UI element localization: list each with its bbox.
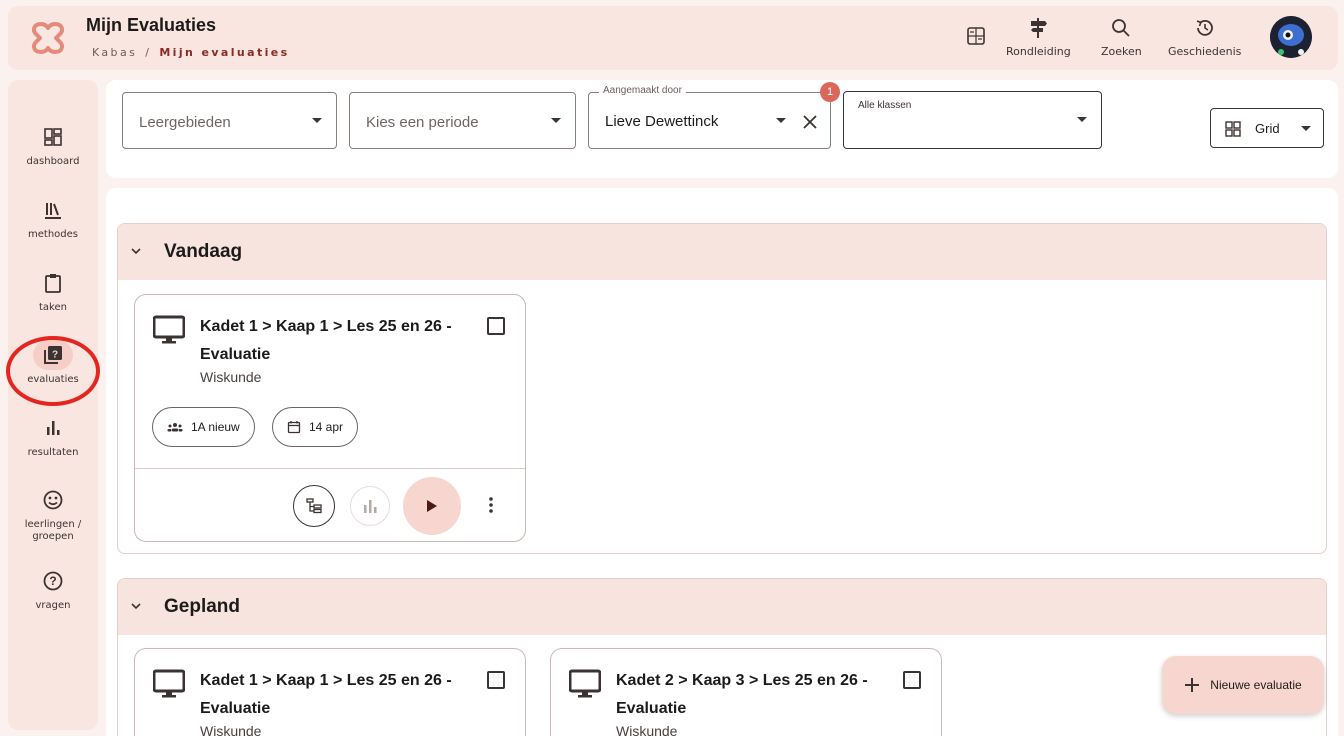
- chevron-down-icon: [131, 603, 141, 610]
- results-button[interactable]: [350, 486, 390, 526]
- clipboard-icon: [45, 274, 61, 293]
- sidebar-item-taken[interactable]: taken: [8, 268, 98, 313]
- evaluation-card[interactable]: Kadet 1 > Kaap 1 > Les 25 en 26 - Evalua…: [134, 648, 526, 736]
- sidebar-item-vragen[interactable]: ? vragen: [8, 566, 98, 611]
- filter-count-badge: 1: [820, 82, 840, 102]
- signpost-icon: [1031, 18, 1048, 38]
- aangemaakt-door-select[interactable]: Aangemaakt door Lieve Dewettinck: [588, 85, 831, 149]
- app-header: Mijn Evaluaties Kabas / Mijn evaluaties Ro…: [8, 6, 1338, 70]
- geschiedenis-label: Geschiedenis: [1168, 45, 1242, 58]
- plus-icon: [1185, 678, 1200, 692]
- sidebar-item-leerlingen[interactable]: leerlingen / groepen: [8, 485, 98, 543]
- group-chip-label: 1A nieuw: [191, 420, 240, 434]
- view-value: Grid: [1255, 121, 1280, 136]
- sidebar-item-label: methodes: [28, 229, 78, 240]
- sidebar-item-methodes[interactable]: methodes: [8, 195, 98, 240]
- annotation-highlight-circle: [6, 336, 100, 406]
- view-select[interactable]: Grid: [1210, 108, 1324, 148]
- aangemaakt-door-legend: Aangemaakt door: [599, 85, 686, 96]
- more-vert-icon: [489, 497, 493, 513]
- card-title: Kadet 2 > Kaap 3 > Les 25 en 26 - Evalua…: [616, 672, 868, 717]
- leergebieden-select[interactable]: Leergebieden: [122, 92, 337, 149]
- geschiedenis-button[interactable]: Geschiedenis: [1168, 16, 1241, 58]
- group-icon: [167, 423, 183, 432]
- section-title: Vandaag: [164, 241, 243, 262]
- dashboard-icon: [44, 128, 62, 146]
- kabas-logo-icon[interactable]: [28, 18, 68, 58]
- card-checkbox[interactable]: [487, 671, 505, 689]
- card-title: Kadet 1 > Kaap 1 > Les 25 en 26 - Evalua…: [200, 318, 452, 363]
- section-header[interactable]: Vandaag: [118, 224, 1326, 280]
- sidebar-item-label: leerlingen / groepen: [24, 519, 82, 542]
- library-icon: [45, 203, 61, 219]
- card-title: Kadet 1 > Kaap 1 > Les 25 en 26 - Evalua…: [200, 672, 452, 717]
- rondleiding-label: Rondleiding: [1006, 45, 1071, 58]
- tree-structure-icon: [306, 498, 322, 514]
- svg-text:?: ?: [49, 574, 56, 588]
- sidebar-item-resultaten[interactable]: resultaten: [8, 413, 98, 458]
- monitor-icon: [153, 669, 185, 698]
- chevron-down-icon: [551, 118, 561, 123]
- periode-select[interactable]: Kies een periode: [349, 92, 576, 149]
- sidebar-item-label: taken: [39, 302, 67, 313]
- more-button[interactable]: [475, 489, 507, 521]
- face-icon: [43, 490, 63, 510]
- avatar[interactable]: [1270, 16, 1312, 58]
- chevron-down-icon: [131, 248, 141, 255]
- card-checkbox[interactable]: [903, 671, 921, 689]
- chevron-down-icon: [312, 118, 322, 123]
- calculator-icon: [967, 27, 985, 45]
- monitor-icon: [153, 315, 185, 344]
- history-icon: [1196, 19, 1213, 36]
- calendar-icon: [287, 421, 301, 434]
- main-content: Vandaag Kadet 1 > Kaap 1 > Les 25 en 26 …: [106, 188, 1338, 736]
- card-subject: Wiskunde: [200, 369, 262, 385]
- chevron-down-icon: [1077, 117, 1087, 122]
- clear-icon[interactable]: [802, 114, 818, 130]
- new-evaluation-button[interactable]: Nieuwe evaluatie: [1162, 656, 1324, 714]
- breadcrumb-item-kabas[interactable]: Kabas: [92, 46, 137, 59]
- section-vandaag: Vandaag Kadet 1 > Kaap 1 > Les 25 en 26 …: [117, 223, 1327, 554]
- new-evaluation-label: Nieuwe evaluatie: [1210, 678, 1302, 692]
- section-title: Gepland: [164, 596, 241, 617]
- periode-placeholder: Kies een periode: [366, 114, 479, 131]
- chevron-down-icon: [1301, 126, 1311, 131]
- calculator-button[interactable]: [966, 26, 986, 51]
- klassen-label: Alle klassen: [858, 100, 912, 111]
- evaluation-card[interactable]: Kadet 2 > Kaap 3 > Les 25 en 26 - Evalua…: [550, 648, 942, 736]
- aangemaakt-door-value: Lieve Dewettinck: [605, 113, 719, 130]
- help-icon: ?: [43, 571, 63, 591]
- evaluation-card[interactable]: Kadet 1 > Kaap 1 > Les 25 en 26 - Evalua…: [134, 294, 526, 542]
- date-chip-label: 14 apr: [309, 420, 344, 434]
- play-button[interactable]: [403, 477, 461, 535]
- structure-button[interactable]: [293, 485, 335, 527]
- zoeken-button[interactable]: Zoeken: [1101, 16, 1142, 58]
- page-title: Mijn Evaluaties: [86, 15, 217, 35]
- grid-icon: [1225, 121, 1241, 137]
- sidebar-item-label: vragen: [35, 600, 71, 611]
- card-checkbox[interactable]: [487, 317, 505, 335]
- breadcrumb-item-current: Mijn evaluaties: [159, 46, 290, 59]
- klassen-select[interactable]: Alle klassen: [843, 91, 1102, 149]
- sidebar-item-label: resultaten: [27, 447, 79, 458]
- monitor-icon: [569, 669, 601, 698]
- sidebar-item-label: dashboard: [26, 156, 80, 167]
- card-divider: [135, 468, 525, 469]
- card-subject: Wiskunde: [616, 723, 678, 736]
- breadcrumb: Kabas / Mijn evaluaties: [92, 46, 290, 59]
- play-icon: [427, 500, 437, 512]
- date-chip[interactable]: 14 apr: [272, 407, 359, 447]
- section-header[interactable]: Gepland: [118, 579, 1326, 635]
- zoeken-label: Zoeken: [1101, 45, 1142, 58]
- card-subject: Wiskunde: [200, 723, 262, 736]
- leergebieden-placeholder: Leergebieden: [139, 114, 231, 131]
- group-chip[interactable]: 1A nieuw: [152, 407, 255, 447]
- chevron-down-icon: [776, 118, 786, 123]
- sidebar-item-dashboard[interactable]: dashboard: [8, 122, 98, 167]
- bar-chart-icon: [47, 421, 60, 435]
- rondleiding-button[interactable]: Rondleiding: [1006, 16, 1071, 58]
- bar-chart-icon: [364, 500, 377, 513]
- section-gepland: Gepland Kadet 1 > Kaap 1 > Les 25 en 26 …: [117, 578, 1327, 736]
- search-icon: [1112, 19, 1131, 37]
